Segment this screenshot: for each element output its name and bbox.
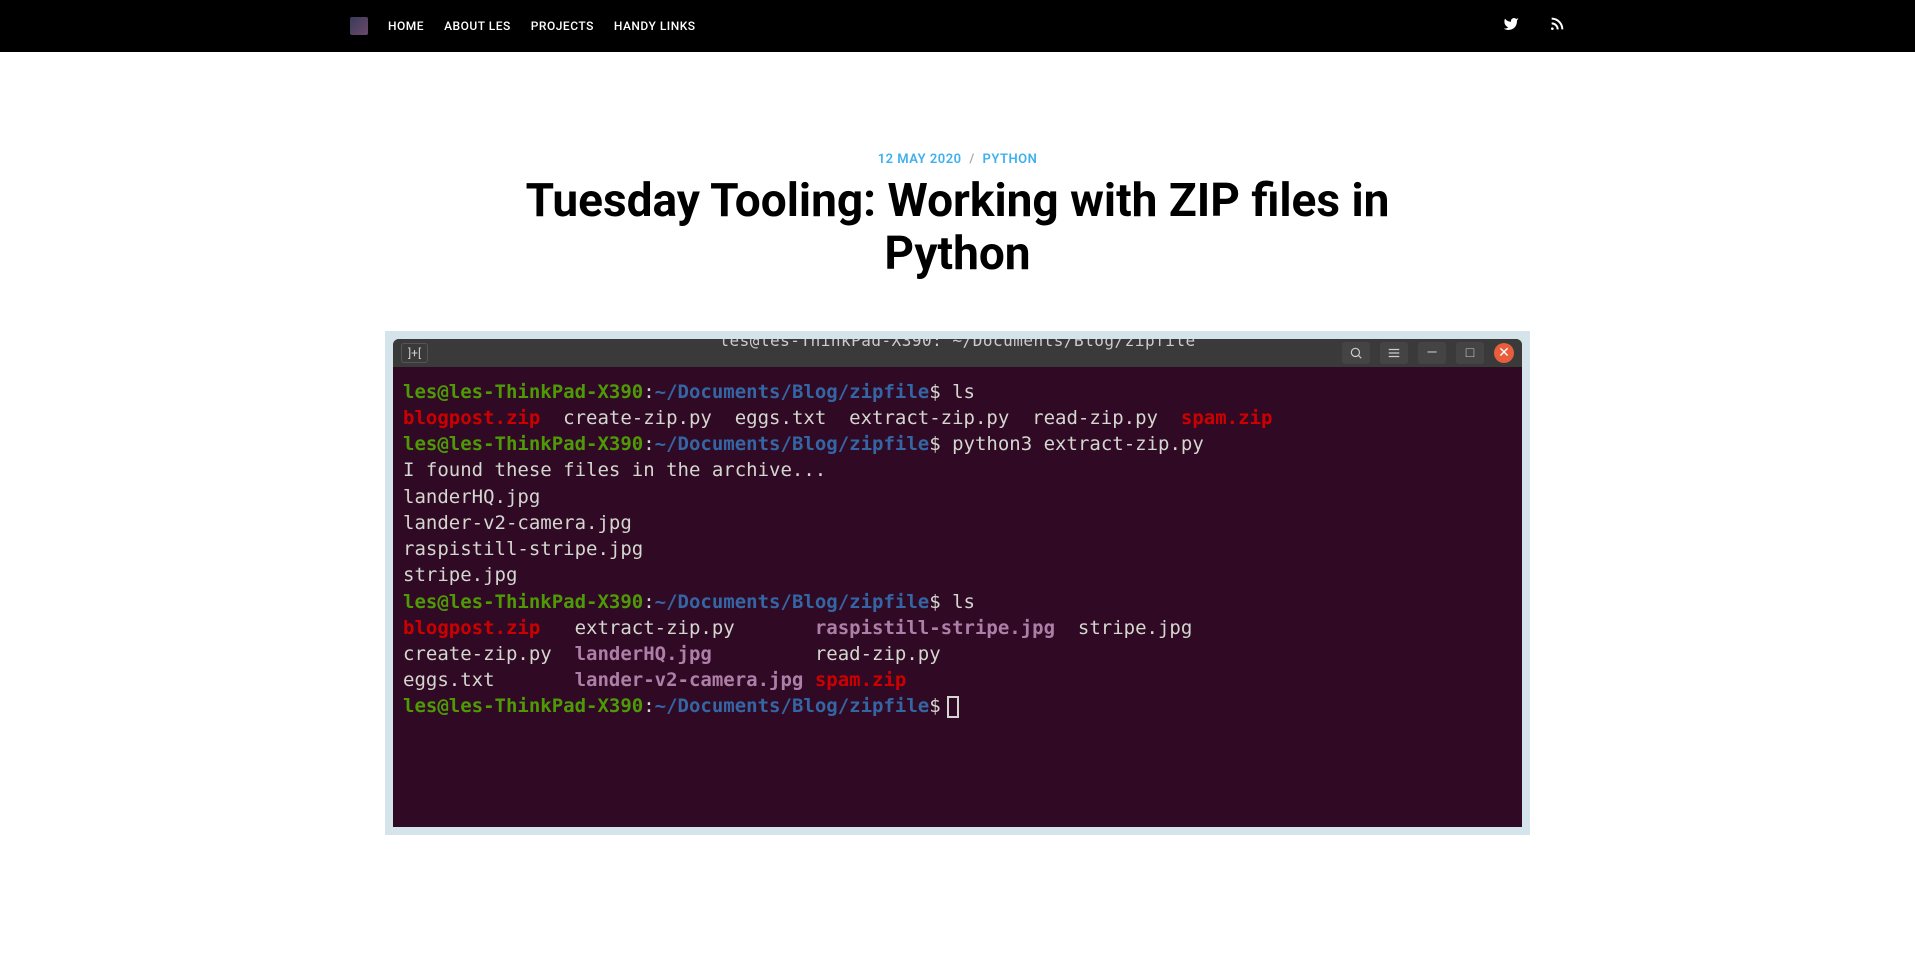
nav-left: HOME ABOUT LES PROJECTS HANDY LINKS (350, 17, 696, 35)
terminal-line: blogpost.zip extract-zip.py raspistill-s… (403, 615, 1512, 641)
terminal-line: create-zip.py landerHQ.jpg read-zip.py (403, 641, 1512, 667)
close-icon: ✕ (1494, 343, 1514, 363)
post-meta-separator: / (969, 152, 974, 167)
post-date[interactable]: 12 MAY 2020 (878, 152, 962, 167)
terminal-line: les@les-ThinkPad-X390:~/Documents/Blog/z… (403, 431, 1512, 457)
terminal-line: les@les-ThinkPad-X390:~/Documents/Blog/z… (403, 379, 1512, 405)
terminal-line: raspistill-stripe.jpg (403, 536, 1512, 562)
main-content: 12 MAY 2020 / PYTHON Tuesday Tooling: Wo… (385, 52, 1530, 835)
maximize-icon: □ (1456, 342, 1484, 364)
post-category-link[interactable]: PYTHON (983, 152, 1038, 167)
terminal-titlebar: ]+[ les@les-ThinkPad-X390: ~/Documents/B… (393, 339, 1522, 367)
nav-right (1503, 16, 1565, 36)
top-navbar: HOME ABOUT LES PROJECTS HANDY LINKS (0, 0, 1915, 52)
rss-icon[interactable] (1549, 16, 1565, 36)
nav-link-about[interactable]: ABOUT LES (444, 19, 511, 33)
titlebar-new-tab-icon: ]+[ (401, 343, 428, 363)
terminal-line: stripe.jpg (403, 562, 1512, 588)
nav-links-container: HOME ABOUT LES PROJECTS HANDY LINKS (388, 19, 696, 33)
nav-link-projects[interactable]: PROJECTS (531, 19, 594, 33)
minimize-icon: — (1418, 342, 1446, 364)
site-logo[interactable] (350, 17, 368, 35)
menu-icon (1380, 342, 1408, 364)
terminal-window: ]+[ les@les-ThinkPad-X390: ~/Documents/B… (393, 339, 1522, 827)
terminal-line: landerHQ.jpg (403, 484, 1512, 510)
terminal-line: blogpost.zip create-zip.py eggs.txt extr… (403, 405, 1512, 431)
post-title: Tuesday Tooling: Working with ZIP files … (385, 175, 1530, 281)
terminal-line: les@les-ThinkPad-X390:~/Documents/Blog/z… (403, 693, 1512, 719)
terminal-line: les@les-ThinkPad-X390:~/Documents/Blog/z… (403, 589, 1512, 615)
nav-link-home[interactable]: HOME (388, 19, 424, 33)
terminal-body: les@les-ThinkPad-X390:~/Documents/Blog/z… (393, 367, 1522, 827)
terminal-title-text: les@les-ThinkPad-X390: ~/Documents/Blog/… (719, 339, 1195, 350)
terminal-line: lander-v2-camera.jpg (403, 510, 1512, 536)
post-meta: 12 MAY 2020 / PYTHON (385, 152, 1530, 167)
titlebar-controls: — □ ✕ (1342, 342, 1514, 364)
terminal-line: eggs.txt lander-v2-camera.jpg spam.zip (403, 667, 1512, 693)
feature-image: ]+[ les@les-ThinkPad-X390: ~/Documents/B… (385, 331, 1530, 835)
cursor-icon (947, 696, 959, 718)
nav-link-handy[interactable]: HANDY LINKS (614, 19, 696, 33)
twitter-icon[interactable] (1503, 16, 1519, 36)
terminal-line: I found these files in the archive... (403, 457, 1512, 483)
search-icon (1342, 342, 1370, 364)
